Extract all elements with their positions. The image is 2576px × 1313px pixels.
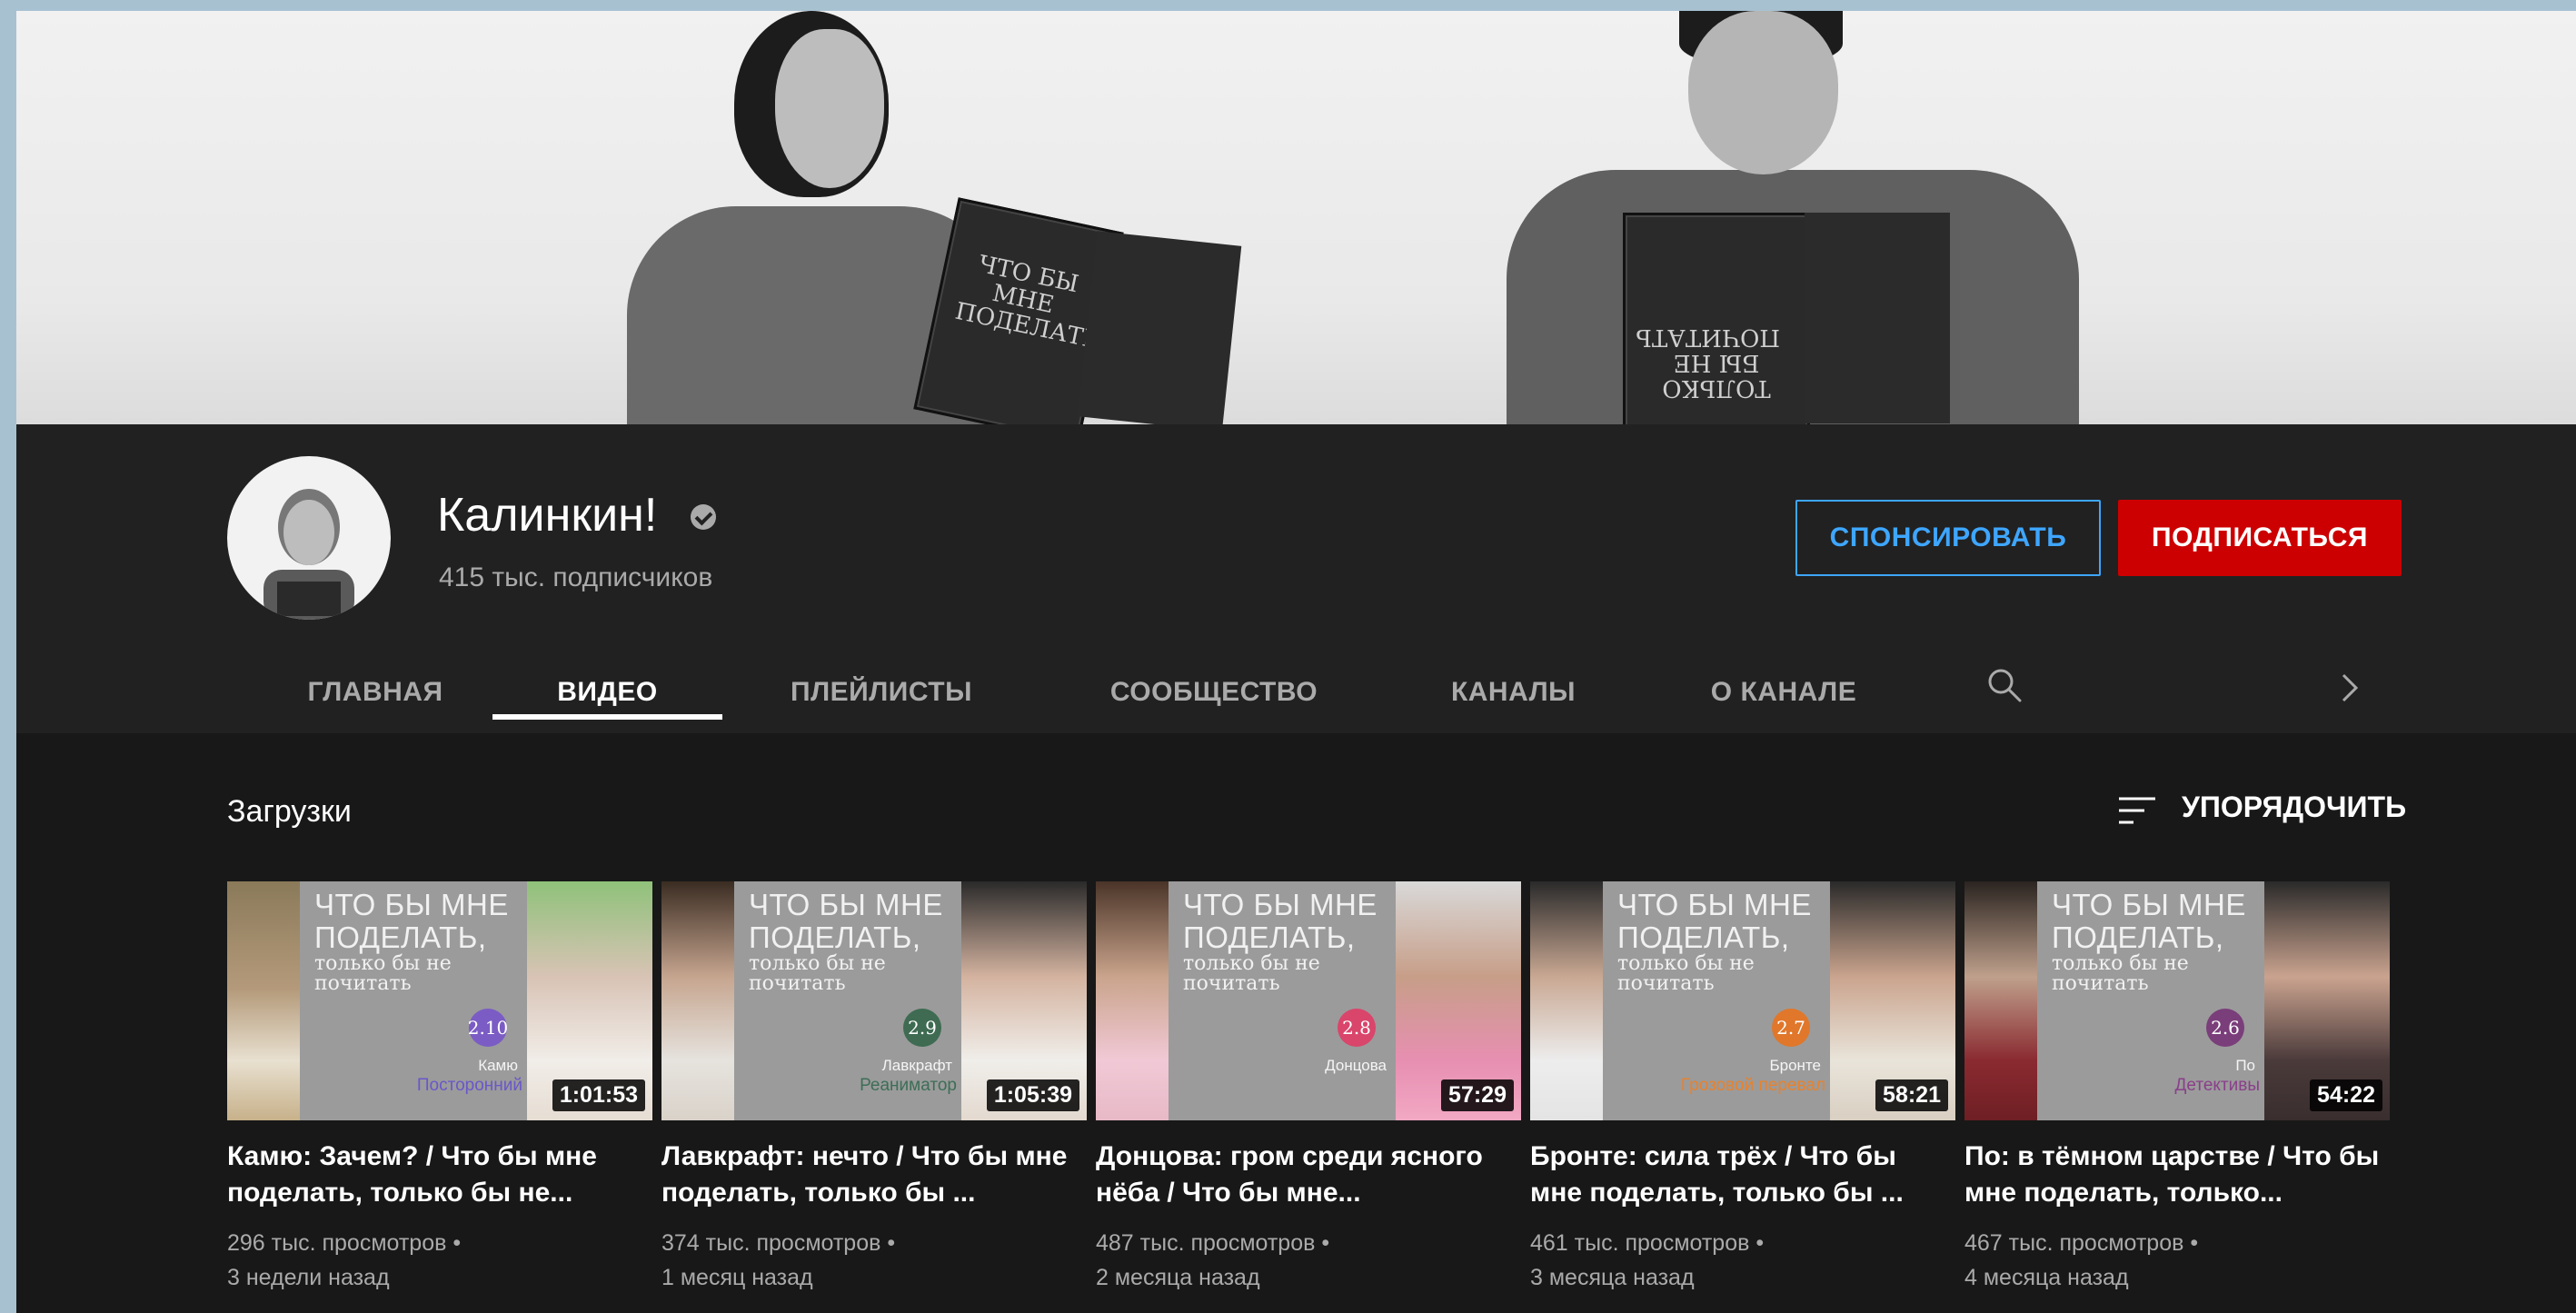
video-views: 374 тыс. просмотров • (661, 1230, 896, 1256)
video-thumbnail[interactable]: ЧТО БЫ МНЕ ПОДЕЛАТЬ, только бы не почита… (1530, 881, 1955, 1120)
tab-about[interactable]: О КАНАЛЕ (1693, 652, 1875, 733)
video-age: 2 месяца назад (1096, 1265, 1260, 1290)
video-duration: 58:21 (1875, 1079, 1948, 1111)
tab-videos[interactable]: ВИДЕО (492, 652, 722, 733)
subscriber-count: 415 тыс. подписчиков (439, 562, 713, 592)
tab-playlists[interactable]: ПЛЕЙЛИСТЫ (781, 652, 981, 733)
video-age: 3 месяца назад (1530, 1265, 1695, 1290)
video-card[interactable]: ЧТО БЫ МНЕ ПОДЕЛАТЬ, только бы не почита… (1096, 881, 1521, 1295)
channel-tabs: ГЛАВНАЯ ВИДЕО ПЛЕЙЛИСТЫ СООБЩЕСТВО КАНАЛ… (16, 652, 2576, 733)
video-views: 461 тыс. просмотров • (1530, 1230, 1765, 1256)
avatar[interactable] (227, 456, 391, 620)
video-thumbnail[interactable]: ЧТО БЫ МНЕ ПОДЕЛАТЬ, только бы не почита… (1964, 881, 2390, 1120)
video-card[interactable]: ЧТО БЫ МНЕ ПОДЕЛАТЬ, только бы не почита… (1964, 881, 2390, 1295)
video-duration: 1:05:39 (986, 1079, 1079, 1111)
tab-community[interactable]: СООБЩЕСТВО (1105, 652, 1323, 733)
video-views: 296 тыс. просмотров • (227, 1230, 462, 1256)
channel-name: Калинкин! (437, 489, 658, 542)
video-thumbnail[interactable]: ЧТО БЫ МНЕ ПОДЕЛАТЬ, только бы не почита… (1096, 881, 1521, 1120)
video-card[interactable]: ЧТО БЫ МНЕ ПОДЕЛАТЬ, только бы не почита… (661, 881, 1087, 1295)
youtube-channel-page: ЧТО БЫ МНЕ ПОДЕЛАТЬ ТОЛЬКО БЫ НЕ ПОЧИТАТ… (16, 11, 2576, 1313)
subscribe-button[interactable]: ПОДПИСАТЬСЯ (2118, 500, 2402, 576)
sponsor-button[interactable]: СПОНСИРОВАТЬ (1795, 500, 2101, 576)
video-age: 4 месяца назад (1964, 1265, 2129, 1290)
sort-button[interactable]: УПОРЯДОЧИТЬ (2182, 791, 2406, 824)
video-title[interactable]: Камю: Зачем? / Что бы мне поделать, толь… (227, 1139, 652, 1211)
chevron-right-icon[interactable] (2336, 670, 2363, 706)
video-duration: 54:22 (2310, 1079, 2382, 1111)
video-views: 467 тыс. просмотров • (1964, 1230, 2199, 1256)
tab-home[interactable]: ГЛАВНАЯ (293, 652, 457, 733)
verified-icon (691, 504, 716, 530)
active-tab-indicator (492, 714, 722, 720)
video-age: 3 недели назад (227, 1265, 390, 1290)
video-title[interactable]: По: в тёмном царстве / Что бы мне подела… (1964, 1139, 2390, 1211)
video-title[interactable]: Донцова: гром среди ясного нёба / Что бы… (1096, 1139, 1521, 1211)
channel-banner: ЧТО БЫ МНЕ ПОДЕЛАТЬ ТОЛЬКО БЫ НЕ ПОЧИТАТ… (16, 11, 2576, 424)
video-thumbnail[interactable]: ЧТО БЫ МНЕ ПОДЕЛАТЬ, только бы не почита… (227, 881, 652, 1120)
sort-icon[interactable] (2117, 794, 2157, 827)
banner-book-right: ТОЛЬКО БЫ НЕ ПОЧИТАТЬ (1623, 213, 1810, 424)
video-thumbnail[interactable]: ЧТО БЫ МНЕ ПОДЕЛАТЬ, только бы не почита… (661, 881, 1087, 1120)
video-age: 1 месяц назад (661, 1265, 813, 1290)
video-duration: 57:29 (1441, 1079, 1514, 1111)
video-card[interactable]: ЧТО БЫ МНЕ ПОДЕЛАТЬ, только бы не почита… (227, 881, 652, 1295)
video-views: 487 тыс. просмотров • (1096, 1230, 1330, 1256)
tab-channels[interactable]: КАНАЛЫ (1434, 652, 1593, 733)
video-duration: 1:01:53 (552, 1079, 645, 1111)
video-title[interactable]: Бронте: сила трёх / Что бы мне поделать,… (1530, 1139, 1955, 1211)
video-card[interactable]: ЧТО БЫ МНЕ ПОДЕЛАТЬ, только бы не почита… (1530, 881, 1955, 1295)
uploads-section-title: Загрузки (227, 794, 352, 829)
search-icon[interactable] (1986, 667, 2023, 703)
video-title[interactable]: Лавкрафт: нечто / Что бы мне поделать, т… (661, 1139, 1087, 1211)
